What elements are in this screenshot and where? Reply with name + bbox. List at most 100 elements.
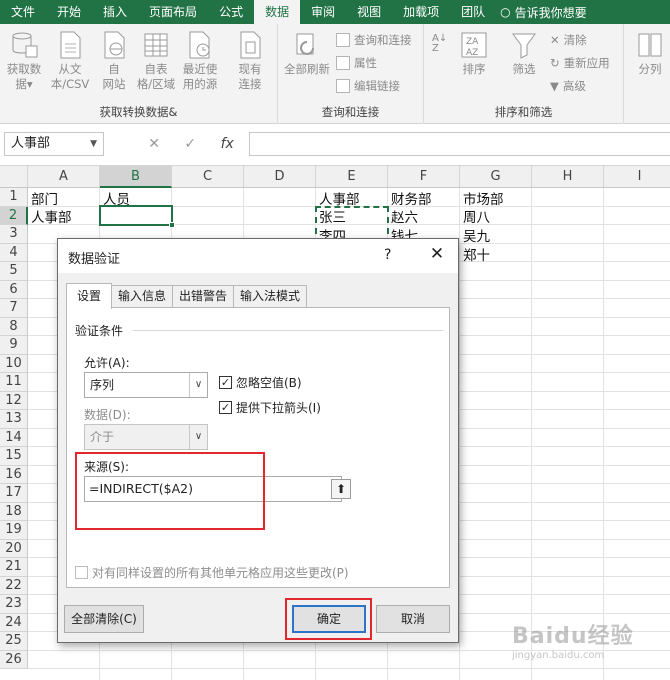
cancel-button[interactable]: 取消: [376, 605, 450, 633]
row-header-1[interactable]: 1: [0, 188, 28, 207]
tab-formulas[interactable]: 公式: [208, 0, 254, 24]
recent-sources-label: 最近使 用的源: [182, 62, 218, 91]
row-header-14[interactable]: 14: [0, 428, 28, 447]
data-select[interactable]: 介于 ∨: [84, 424, 208, 450]
row-header-6[interactable]: 6: [0, 280, 28, 299]
ignore-blank-checkbox[interactable]: ✓ 忽略空值(B): [219, 374, 302, 391]
row-header-8[interactable]: 8: [0, 317, 28, 336]
tab-review[interactable]: 审阅: [300, 0, 346, 24]
tab-view[interactable]: 视图: [346, 0, 392, 24]
select-all-corner[interactable]: [0, 166, 28, 188]
row-header-26[interactable]: 26: [0, 650, 28, 669]
allow-select[interactable]: 序列 ∨: [84, 372, 208, 398]
tab-data[interactable]: 数据: [254, 0, 301, 24]
row-header-25[interactable]: 25: [0, 632, 28, 651]
cell-e1[interactable]: 人事部: [317, 188, 360, 208]
enter-icon[interactable]: ✓: [184, 136, 196, 152]
row-header-12[interactable]: 12: [0, 391, 28, 410]
row-header-21[interactable]: 21: [0, 558, 28, 577]
tab-page-layout[interactable]: 页面布局: [138, 0, 208, 24]
fill-handle[interactable]: [169, 222, 175, 228]
tell-me-box[interactable]: ○ 告诉我你想要: [500, 4, 587, 21]
baidu-watermark: Baidu经验 jingyan.baidu.com: [512, 618, 634, 661]
tell-me-text: 告诉我你想要: [514, 5, 587, 20]
tab-settings[interactable]: 设置: [66, 283, 113, 309]
tab-error-alert[interactable]: 出错警告: [172, 285, 235, 308]
apply-all-checkbox[interactable]: 对有同样设置的所有其他单元格应用这些更改(P): [75, 564, 349, 581]
active-cell-b2[interactable]: [99, 205, 175, 228]
group-label-get-transform: 获取转换数据&: [99, 105, 178, 119]
cancel-icon[interactable]: ✕: [148, 136, 160, 152]
column-header-e[interactable]: E: [316, 166, 388, 188]
column-header-d[interactable]: D: [244, 166, 316, 188]
cell-f2[interactable]: 赵六: [389, 206, 418, 226]
row-header-19[interactable]: 19: [0, 521, 28, 540]
row-header-7[interactable]: 7: [0, 299, 28, 318]
row-header-15[interactable]: 15: [0, 447, 28, 466]
filter-button[interactable]: 筛选: [504, 28, 544, 77]
cell-a2[interactable]: 人事部: [29, 206, 72, 226]
row-header-11[interactable]: 11: [0, 373, 28, 392]
row-header-13[interactable]: 13: [0, 410, 28, 429]
name-box[interactable]: 人事部 ▼: [4, 132, 104, 156]
row-header-23[interactable]: 23: [0, 595, 28, 614]
row-header-24[interactable]: 24: [0, 613, 28, 632]
text-to-columns-button[interactable]: 分列: [632, 28, 668, 77]
tab-ime-mode[interactable]: 输入法模式: [233, 285, 308, 308]
ignore-blank-label: 忽略空值(B): [236, 376, 302, 390]
row-header-18[interactable]: 18: [0, 502, 28, 521]
column-header-h[interactable]: H: [532, 166, 604, 188]
close-button[interactable]: ✕: [426, 244, 448, 264]
column-header-c[interactable]: C: [172, 166, 244, 188]
from-web-button[interactable]: 自 网站: [92, 28, 136, 92]
recent-sources-button[interactable]: 最近使 用的源: [178, 28, 222, 92]
row-header-4[interactable]: 4: [0, 243, 28, 262]
row-header-20[interactable]: 20: [0, 539, 28, 558]
clear-filter-button[interactable]: ✕ 清除: [550, 32, 587, 48]
existing-connections-button[interactable]: 现有 连接: [228, 28, 272, 92]
tab-home[interactable]: 开始: [46, 0, 92, 24]
row-header-3[interactable]: 3: [0, 225, 28, 244]
clear-all-button[interactable]: 全部清除(C): [64, 605, 144, 633]
refresh-all-button[interactable]: 全部刷新: [280, 28, 334, 77]
row-header-22[interactable]: 22: [0, 576, 28, 595]
column-header-g[interactable]: G: [460, 166, 532, 188]
tab-addins[interactable]: 加载项: [392, 0, 450, 24]
get-data-button[interactable]: 获取数 据▾: [2, 28, 46, 92]
row-header-10[interactable]: 10: [0, 354, 28, 373]
sort-asc-button[interactable]: A↓ Z: [432, 34, 447, 54]
row-header-17[interactable]: 17: [0, 484, 28, 503]
in-cell-dropdown-checkbox[interactable]: ✓ 提供下拉箭头(I): [219, 399, 321, 416]
allow-value: 序列: [90, 378, 115, 392]
edit-links-button[interactable]: 编辑链接: [336, 78, 400, 94]
advanced-filter-button[interactable]: ▼ 高级: [550, 78, 586, 94]
sort-button[interactable]: ZA AZ 排序: [454, 28, 494, 77]
tab-input-message[interactable]: 输入信息: [111, 285, 174, 308]
cell-g1[interactable]: 市场部: [461, 188, 504, 208]
row-header-5[interactable]: 5: [0, 262, 28, 281]
help-button[interactable]: ?: [384, 247, 391, 263]
from-text-csv-button[interactable]: 从文 本/CSV: [48, 28, 92, 92]
tab-team[interactable]: 团队: [450, 0, 496, 24]
cell-g3[interactable]: 吴九: [461, 225, 490, 245]
queries-connections-button[interactable]: 查询和连接: [336, 32, 412, 48]
row-header-16[interactable]: 16: [0, 465, 28, 484]
column-header-f[interactable]: F: [388, 166, 460, 188]
cell-g2[interactable]: 周八: [461, 206, 490, 226]
row-header-9[interactable]: 9: [0, 336, 28, 355]
reapply-button[interactable]: ↻ 重新应用: [550, 55, 610, 71]
row-header-2[interactable]: 2: [0, 206, 28, 225]
properties-button[interactable]: 属性: [336, 55, 377, 71]
cell-a1[interactable]: 部门: [29, 188, 58, 208]
collapse-dialog-button[interactable]: ⬆: [331, 479, 351, 499]
from-table-button[interactable]: 自表 格/区域: [134, 28, 178, 92]
cell-f1[interactable]: 财务部: [389, 188, 432, 208]
cell-g4[interactable]: 郑十: [461, 244, 490, 264]
tab-file[interactable]: 文件: [0, 0, 46, 24]
formula-input[interactable]: [249, 132, 670, 156]
column-header-a[interactable]: A: [28, 166, 100, 188]
column-header-b[interactable]: B: [100, 166, 172, 188]
tab-insert[interactable]: 插入: [92, 0, 138, 24]
insert-function-icon[interactable]: fx: [221, 136, 234, 152]
column-header-i[interactable]: I: [604, 166, 670, 188]
